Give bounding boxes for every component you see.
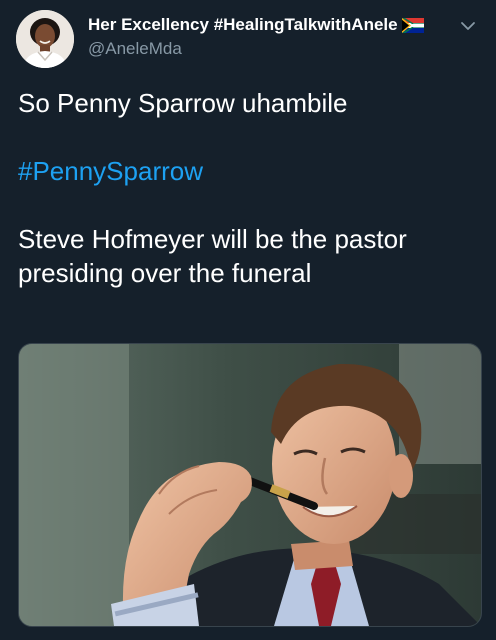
tweet-media[interactable] — [18, 343, 482, 627]
avatar-image — [16, 10, 74, 68]
author-name-row[interactable]: Her Excellency #HealingTalkwithAnele — [88, 14, 448, 36]
tweet-text-line: So Penny Sparrow uhambile — [18, 88, 348, 118]
chevron-down-icon — [461, 22, 475, 30]
hashtag-link[interactable]: #PennySparrow — [18, 156, 203, 186]
tweet-text-line: Steve Hofmeyer will be the pastor presid… — [18, 224, 407, 288]
author-avatar[interactable] — [16, 10, 74, 68]
author-handle[interactable]: @AneleMda — [88, 37, 448, 61]
author-display-name: Her Excellency #HealingTalkwithAnele — [88, 15, 398, 34]
man-with-pen-photo — [19, 344, 481, 626]
author-block: Her Excellency #HealingTalkwithAnele @An… — [88, 14, 448, 61]
tweet-menu-button[interactable] — [456, 14, 480, 38]
south-africa-flag-icon — [401, 17, 424, 33]
tweet-text: So Penny Sparrow uhambile #PennySparrow … — [18, 86, 478, 290]
tweet-card: Her Excellency #HealingTalkwithAnele @An… — [0, 0, 496, 640]
